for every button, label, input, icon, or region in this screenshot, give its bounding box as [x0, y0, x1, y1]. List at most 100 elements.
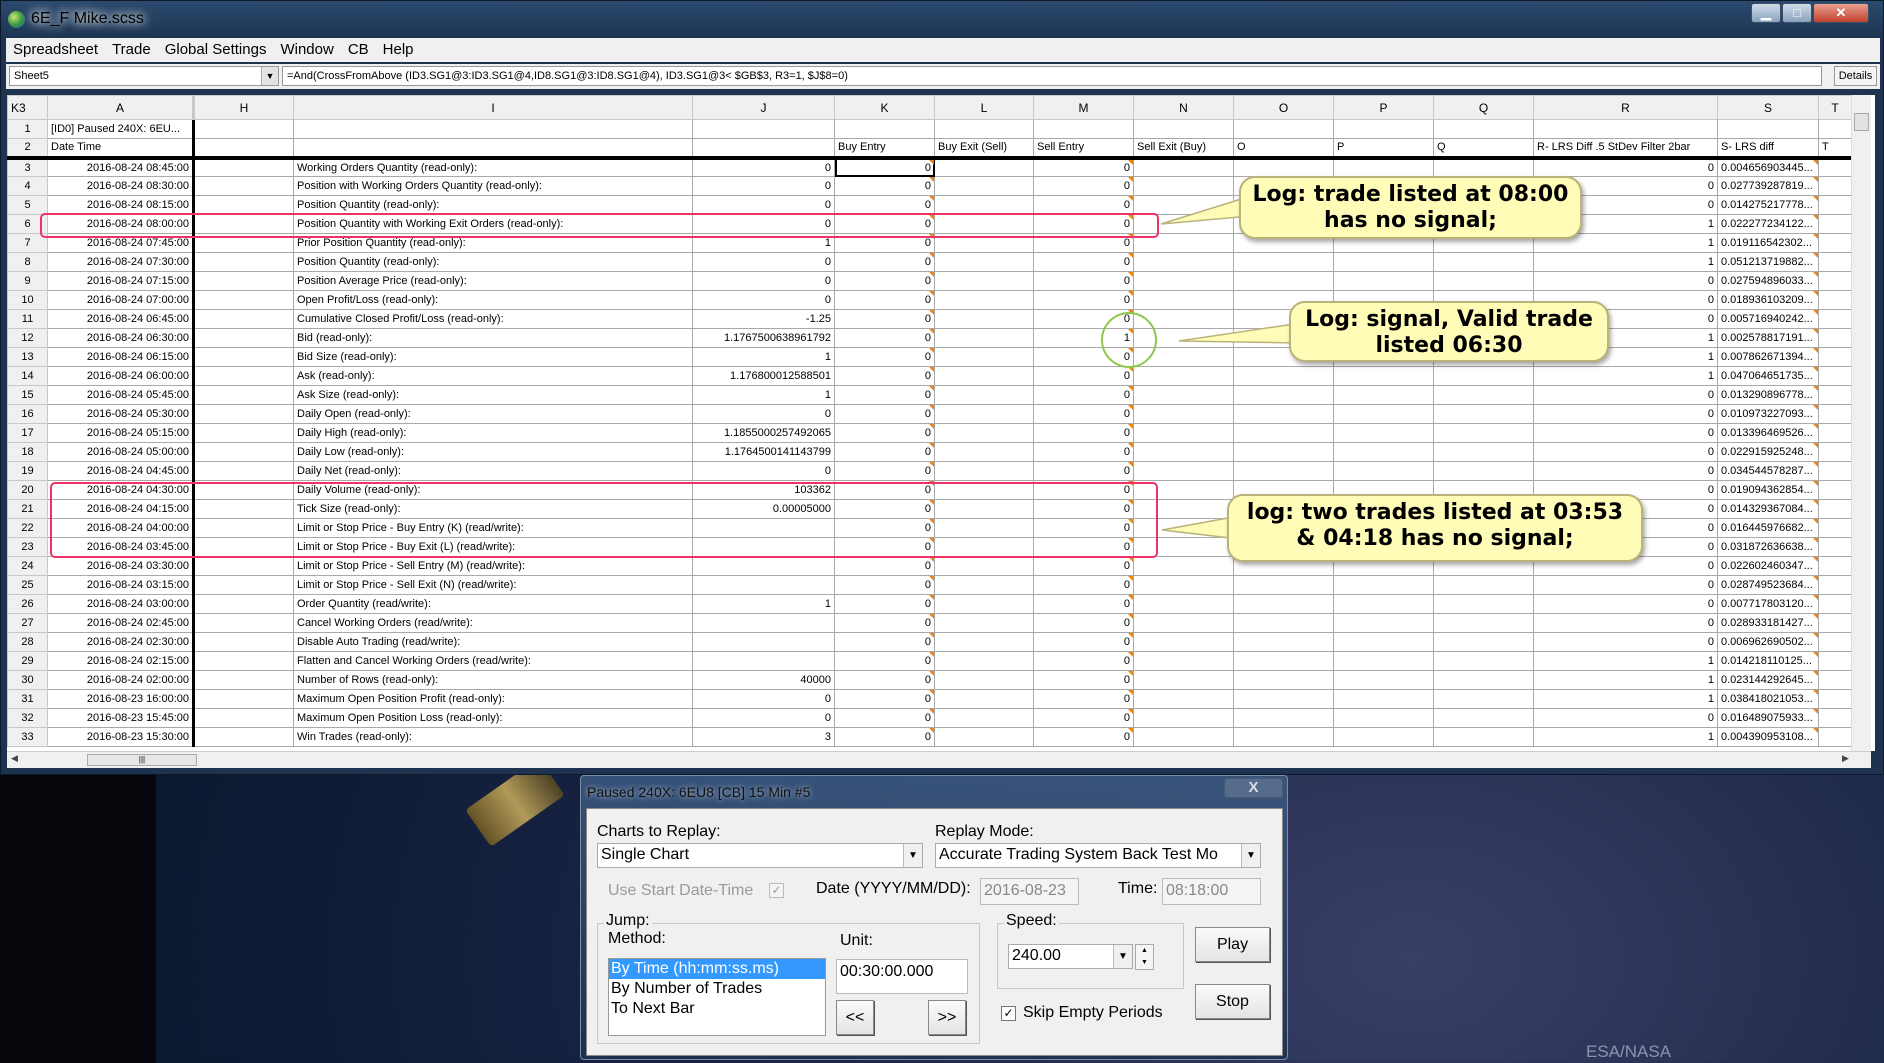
menu-spreadsheet[interactable]: Spreadsheet — [6, 38, 105, 58]
column-header-m[interactable]: M — [1033, 95, 1134, 120]
cell-label[interactable]: Daily High (read-only): — [293, 423, 693, 443]
cell-value[interactable]: 40000 — [692, 670, 835, 690]
cell-lrs-filter[interactable]: 1 — [1533, 689, 1718, 709]
chevron-down-icon[interactable]: ▼ — [1113, 945, 1132, 968]
cell-sell-exit[interactable] — [1133, 271, 1234, 291]
cell-lrs-diff[interactable]: 0.023144292645... — [1717, 670, 1819, 690]
cell-p[interactable] — [1333, 385, 1434, 405]
cell-sell-exit[interactable] — [1133, 651, 1234, 671]
cell-buy-exit[interactable] — [934, 556, 1034, 576]
cell-h[interactable] — [193, 423, 294, 443]
cell-buy-exit[interactable] — [934, 385, 1034, 405]
cell-label[interactable]: Tick Size (read-only): — [293, 499, 693, 519]
cell-t[interactable] — [1818, 518, 1852, 538]
column-header-t[interactable]: T — [1818, 95, 1852, 120]
cell-buy-exit[interactable] — [934, 727, 1034, 747]
cell-date-time[interactable]: 2016-08-24 05:30:00 — [47, 404, 195, 424]
cell-t[interactable] — [1818, 594, 1852, 614]
cell-t[interactable] — [1818, 366, 1852, 386]
cell-q[interactable] — [1433, 632, 1534, 652]
cell-sell-entry[interactable]: 0 — [1033, 347, 1134, 367]
cell-h[interactable] — [193, 328, 294, 348]
cell[interactable] — [1233, 119, 1334, 139]
cell-sell-exit[interactable] — [1133, 176, 1234, 196]
cell-lrs-filter[interactable]: 0 — [1533, 404, 1718, 424]
cell-p[interactable] — [1333, 670, 1434, 690]
menu-window[interactable]: Window — [273, 38, 340, 58]
cell-sell-entry[interactable]: 0 — [1033, 537, 1134, 557]
cell-t[interactable] — [1818, 442, 1852, 462]
scroll-left-icon[interactable]: ◀ — [11, 753, 18, 764]
cell-o[interactable] — [1233, 575, 1334, 595]
cell-lrs-filter[interactable]: 0 — [1533, 442, 1718, 462]
menu-trade[interactable]: Trade — [105, 38, 158, 58]
cell-value[interactable] — [692, 632, 835, 652]
cell-sell-exit[interactable] — [1133, 480, 1234, 500]
unit-input[interactable]: 00:30:00.000 — [836, 959, 968, 994]
close-button[interactable]: ✕ — [1813, 3, 1869, 23]
menu-help[interactable]: Help — [376, 38, 421, 58]
cell-sell-exit[interactable] — [1133, 404, 1234, 424]
cell-buy-entry[interactable]: 0 — [834, 461, 935, 481]
cell[interactable] — [1717, 119, 1819, 139]
cell-q[interactable] — [1433, 404, 1534, 424]
cell[interactable] — [1033, 119, 1134, 139]
cell[interactable]: S- LRS diff — [1717, 138, 1819, 160]
cell-t[interactable] — [1818, 480, 1852, 500]
row-number[interactable]: 6 — [7, 214, 48, 234]
cell-buy-exit[interactable] — [934, 708, 1034, 728]
cell-value[interactable] — [692, 518, 835, 538]
row-number[interactable]: 11 — [7, 309, 48, 329]
cell-lrs-diff[interactable]: 0.014275217778... — [1717, 195, 1819, 215]
cell-sell-entry[interactable]: 0 — [1033, 385, 1134, 405]
cell-sell-exit[interactable] — [1133, 594, 1234, 614]
cell-value[interactable] — [692, 537, 835, 557]
cell-t[interactable] — [1818, 499, 1852, 519]
cell-lrs-filter[interactable]: 0 — [1533, 461, 1718, 481]
cell-buy-entry[interactable]: 0 — [834, 556, 935, 576]
use-start-date-time-checkbox[interactable]: ✓ — [769, 883, 784, 898]
cell-o[interactable] — [1233, 689, 1334, 709]
cell-label[interactable]: Position Quantity with Working Exit Orde… — [293, 214, 693, 234]
row-number[interactable]: 16 — [7, 404, 48, 424]
row-number[interactable]: 21 — [7, 499, 48, 519]
cell-lrs-diff[interactable]: 0.014329367084... — [1717, 499, 1819, 519]
cell[interactable]: Q — [1433, 138, 1534, 160]
cell-t[interactable] — [1818, 328, 1852, 348]
cell-sell-exit[interactable] — [1133, 309, 1234, 329]
cell-value[interactable]: 0.00005000 — [692, 499, 835, 519]
row-number[interactable]: 24 — [7, 556, 48, 576]
cell-o[interactable] — [1233, 404, 1334, 424]
cell-label[interactable]: Position with Working Orders Quantity (r… — [293, 176, 693, 196]
cell[interactable] — [692, 119, 835, 139]
cell-buy-entry[interactable]: 0 — [834, 423, 935, 443]
cell-buy-exit[interactable] — [934, 233, 1034, 253]
sheet-selector[interactable]: Sheet5 ▼ — [9, 66, 279, 86]
cell-buy-entry[interactable]: 0 — [834, 252, 935, 272]
cell-q[interactable] — [1433, 575, 1534, 595]
cell-buy-entry[interactable]: 0 — [834, 480, 935, 500]
cell-value[interactable]: 0 — [692, 689, 835, 709]
cell-label[interactable]: Position Quantity (read-only): — [293, 252, 693, 272]
cell-p[interactable] — [1333, 366, 1434, 386]
row-number[interactable]: 2 — [7, 138, 48, 160]
cell-lrs-filter[interactable]: 0 — [1533, 613, 1718, 633]
cell-lrs-filter[interactable]: 0 — [1533, 632, 1718, 652]
cell-buy-exit[interactable] — [934, 309, 1034, 329]
cell-buy-entry[interactable]: 0 — [834, 195, 935, 215]
cell-t[interactable] — [1818, 423, 1852, 443]
cell-label[interactable]: Limit or Stop Price - Sell Exit (N) (rea… — [293, 575, 693, 595]
cell-buy-exit[interactable] — [934, 518, 1034, 538]
cell[interactable]: Sell Entry — [1033, 138, 1134, 160]
cell-h[interactable] — [193, 537, 294, 557]
cell-sell-entry[interactable]: 0 — [1033, 632, 1134, 652]
cell-t[interactable] — [1818, 727, 1852, 747]
cell-sell-exit[interactable] — [1133, 233, 1234, 253]
cell[interactable]: T — [1818, 138, 1852, 160]
cell-q[interactable] — [1433, 442, 1534, 462]
cell-q[interactable] — [1433, 670, 1534, 690]
cell-value[interactable]: 103362 — [692, 480, 835, 500]
cell-o[interactable] — [1233, 271, 1334, 291]
cell-lrs-filter[interactable]: 0 — [1533, 575, 1718, 595]
menu-cb[interactable]: CB — [341, 38, 376, 58]
